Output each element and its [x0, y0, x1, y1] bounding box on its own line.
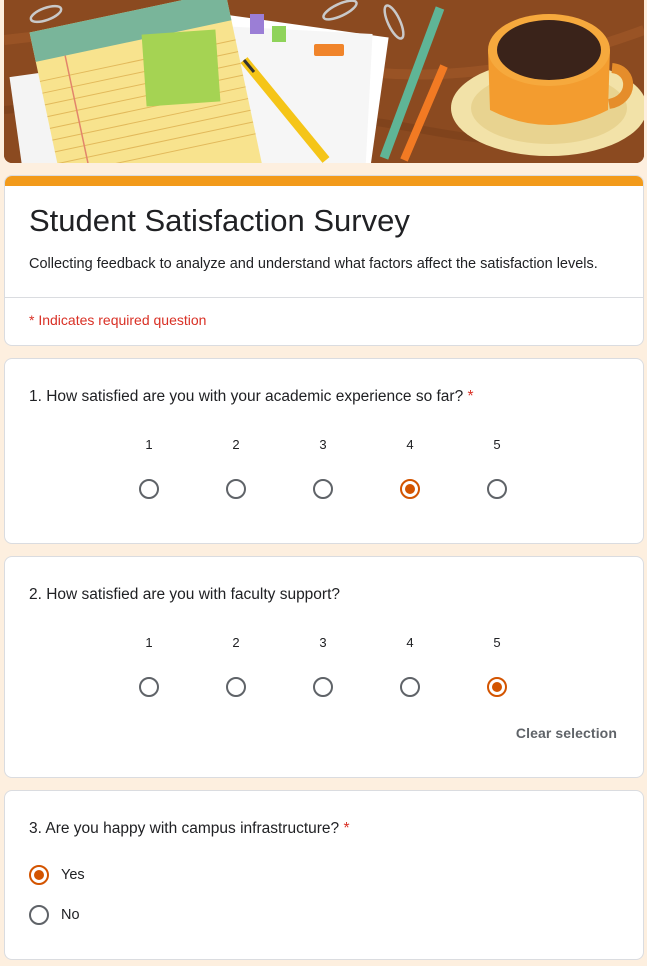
question-text: 3. Are you happy with campus infrastruct…: [29, 820, 340, 837]
scale-radio-3[interactable]: [313, 677, 333, 697]
scale-label-2: 2: [232, 635, 240, 650]
scale-label-2: 2: [232, 437, 240, 452]
required-asterisk: *: [343, 820, 350, 837]
scale-label-3: 3: [319, 437, 327, 452]
scale-label-4: 4: [406, 437, 414, 452]
required-note: * Indicates required question: [29, 312, 207, 328]
option-radio-no[interactable]: [29, 905, 49, 925]
scale-label-3: 3: [319, 635, 327, 650]
question-card-2: 2. How satisfied are you with faculty su…: [4, 556, 644, 778]
scale-label-5: 5: [493, 635, 501, 650]
scale-radio-2[interactable]: [226, 677, 246, 697]
question-title-3: 3. Are you happy with campus infrastruct…: [29, 818, 350, 840]
question-text: 2. How satisfied are you with faculty su…: [29, 586, 341, 603]
required-asterisk: *: [467, 388, 474, 405]
scale-label-1: 1: [145, 437, 153, 452]
question-title-1: 1. How satisfied are you with your acade…: [29, 386, 474, 408]
divider: [5, 297, 643, 298]
form-title: Student Satisfaction Survey: [29, 203, 410, 238]
question-title-2: 2. How satisfied are you with faculty su…: [29, 584, 340, 606]
scale-radio-5[interactable]: [487, 479, 507, 499]
scale-radio-4[interactable]: [400, 479, 420, 499]
form-header-card: Student Satisfaction Survey Collecting f…: [4, 175, 644, 346]
scale-label-5: 5: [493, 437, 501, 452]
desk-illustration: [4, 0, 644, 163]
option-label-yes[interactable]: Yes: [61, 867, 85, 883]
header-banner-image: [4, 0, 644, 163]
scale-radio-1[interactable]: [139, 677, 159, 697]
scale-radio-5[interactable]: [487, 677, 507, 697]
question-card-1: 1. How satisfied are you with your acade…: [4, 358, 644, 544]
option-label-no[interactable]: No: [61, 907, 80, 923]
option-radio-yes[interactable]: [29, 865, 49, 885]
scale-label-4: 4: [406, 635, 414, 650]
accent-bar: [5, 176, 643, 186]
form-description: Collecting feedback to analyze and under…: [29, 256, 598, 272]
scale-radio-1[interactable]: [139, 479, 159, 499]
scale-label-1: 1: [145, 635, 153, 650]
question-text: 1. How satisfied are you with your acade…: [29, 388, 464, 405]
scale-radio-2[interactable]: [226, 479, 246, 499]
scale-radio-3[interactable]: [313, 479, 333, 499]
clear-selection-button[interactable]: Clear selection: [516, 725, 617, 741]
scale-radio-4[interactable]: [400, 677, 420, 697]
question-card-3: 3. Are you happy with campus infrastruct…: [4, 790, 644, 960]
